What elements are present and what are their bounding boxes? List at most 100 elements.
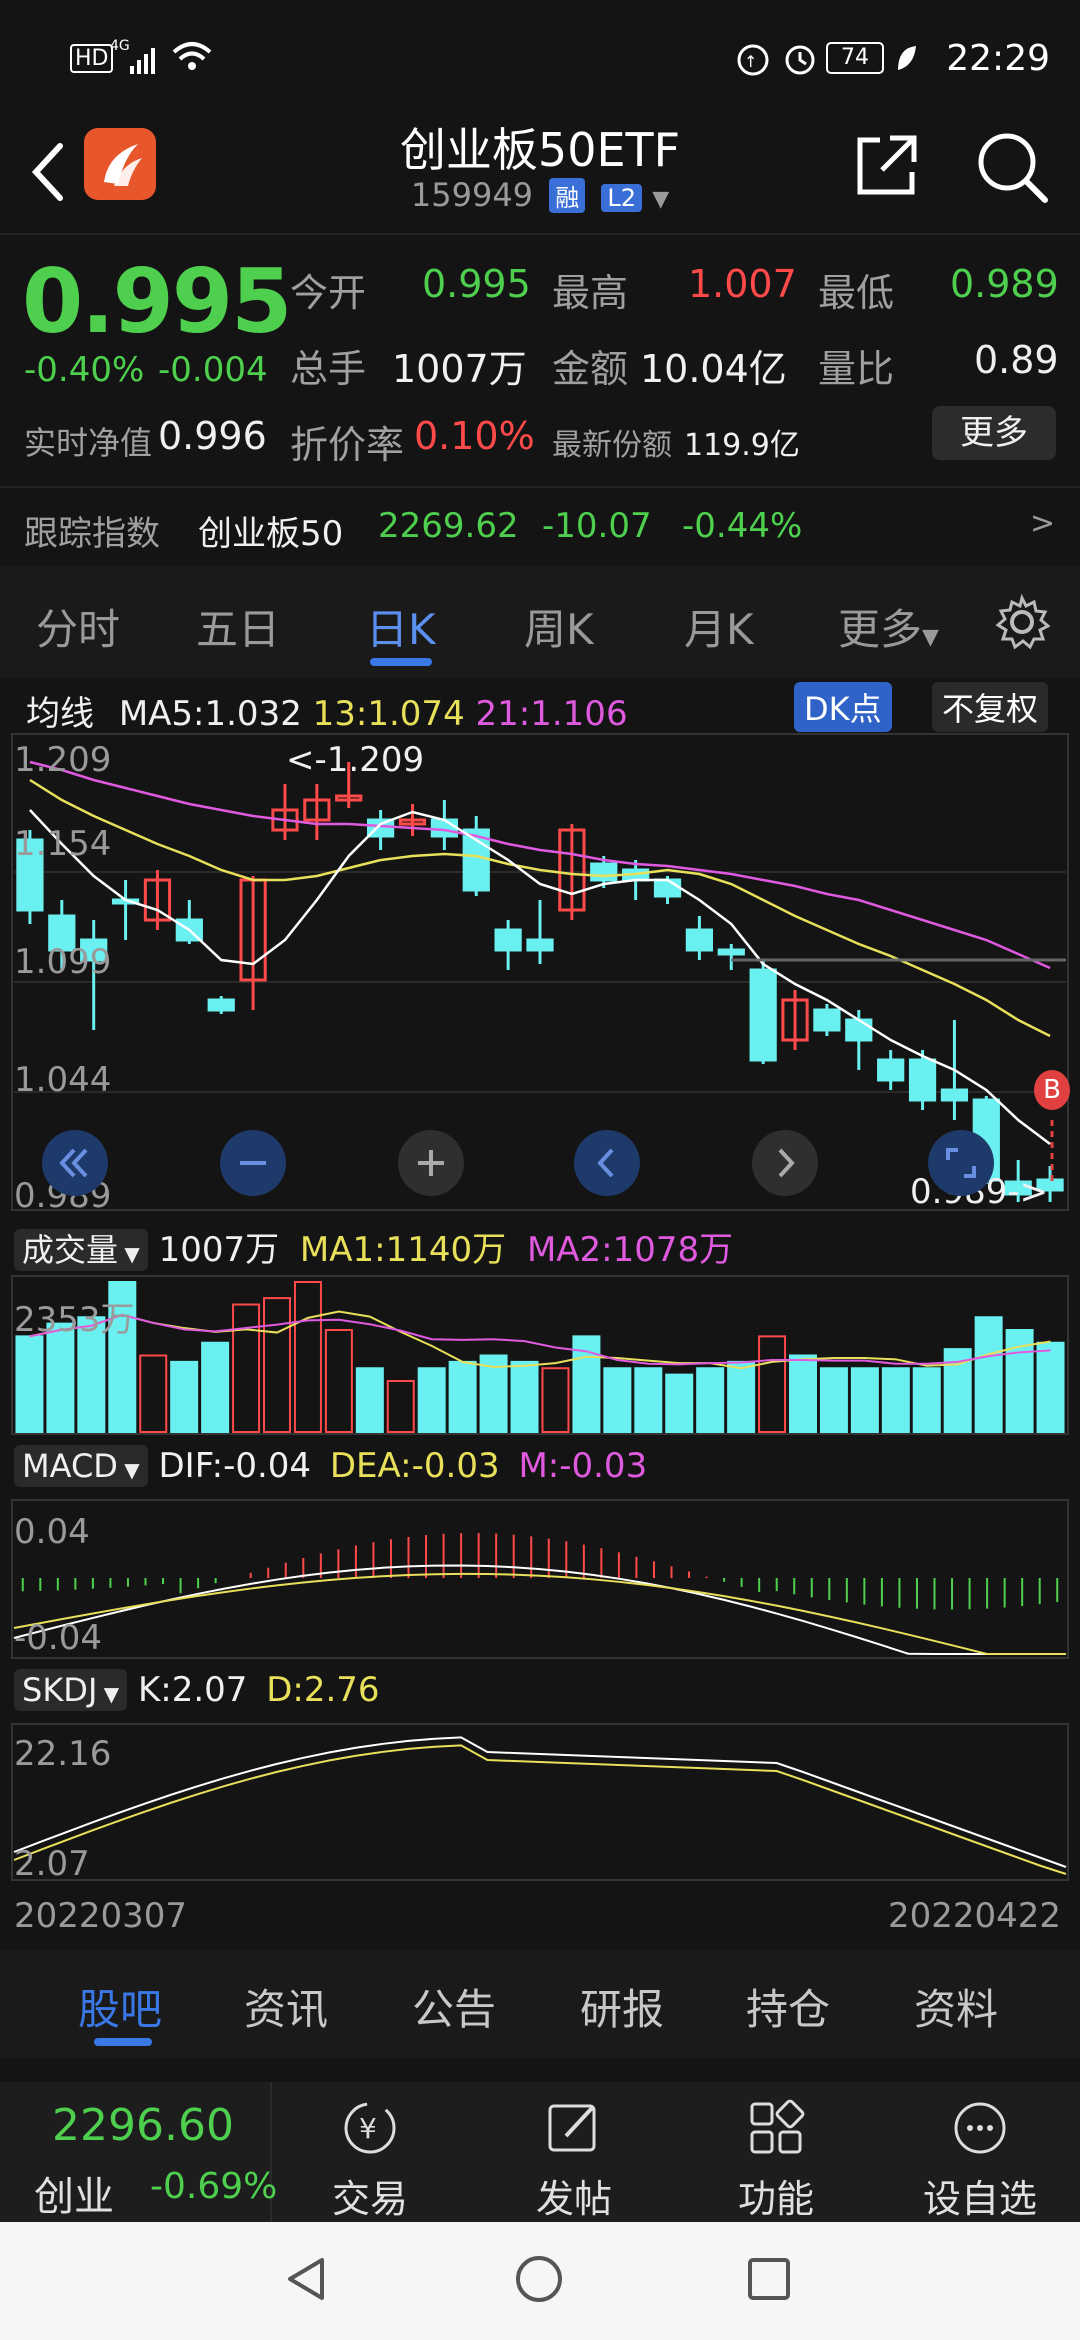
caret-down-icon: ▼ <box>97 1682 120 1706</box>
tab-weekly-k[interactable]: 周K <box>524 596 594 657</box>
tab-five-day[interactable]: 五日 <box>196 596 280 657</box>
skdj-k: K:2.07 <box>137 1670 248 1710</box>
share-button[interactable] <box>852 130 922 200</box>
skdj-legend: SKDJ ▼ K:2.07 D:2.76 <box>14 1669 380 1711</box>
scroll-left-button[interactable] <box>574 1130 640 1196</box>
nav-back-button[interactable] <box>282 2254 332 2308</box>
volume-bar <box>293 1281 322 1433</box>
volume-bar <box>324 1329 353 1433</box>
grid-icon <box>750 2099 805 2154</box>
gear-icon <box>995 593 1051 650</box>
scroll-left-fast-button[interactable] <box>42 1130 108 1196</box>
candle-body <box>749 968 777 1062</box>
ma5-line <box>29 809 1051 1145</box>
volume-bar <box>139 1354 168 1433</box>
search-button[interactable] <box>975 130 1051 206</box>
low-value: 0.989 <box>950 262 1059 306</box>
candle-body <box>653 878 682 898</box>
scroll-right-button[interactable] <box>752 1130 818 1196</box>
volume-bar <box>850 1367 879 1433</box>
zoom-in-button[interactable] <box>398 1130 464 1196</box>
signal-icon: 4G <box>110 36 164 80</box>
status-bar: HD 4G ↑ 74 22:29 <box>0 0 1080 110</box>
tab-research[interactable]: 研报 <box>580 1976 664 2037</box>
post-button[interactable]: 发帖 <box>504 2082 644 2222</box>
macd-dif-line <box>13 1564 1066 1655</box>
functions-button[interactable]: 功能 <box>706 2082 846 2222</box>
skdj-d: D:2.76 <box>266 1670 380 1710</box>
tab-forum[interactable]: 股吧 <box>78 1976 162 2037</box>
skdj-indicator-button[interactable]: SKDJ ▼ <box>14 1669 128 1711</box>
chevron-right-icon: > <box>1030 506 1056 541</box>
macd-dea: DEA:-0.03 <box>329 1446 500 1486</box>
candle-body <box>207 998 235 1012</box>
discount-label: 折价率 <box>290 423 405 467</box>
tab-profile[interactable]: 资料 <box>914 1976 998 2037</box>
buy-marker[interactable]: B <box>1034 1070 1070 1110</box>
amount-label: 金额 <box>552 347 629 391</box>
kline-chart[interactable] <box>0 732 1080 1212</box>
change-amount: -0.004 <box>158 350 268 390</box>
volume-bar <box>819 1367 848 1433</box>
skdj-y-bottom: 2.07 <box>14 1844 90 1884</box>
amount-value: 10.04亿 <box>640 347 787 391</box>
candle-body <box>717 948 745 956</box>
macd-indicator-button[interactable]: MACD ▼ <box>14 1445 148 1487</box>
tab-announcements[interactable]: 公告 <box>412 1976 496 2037</box>
dk-point-button[interactable]: DK点 <box>794 682 892 732</box>
adjust-button[interactable]: 不复权 <box>932 682 1049 732</box>
volume-bar <box>974 1316 1003 1433</box>
max-price-label: <-1.209 <box>286 740 425 780</box>
volume-bar <box>355 1367 384 1433</box>
svg-text:4G: 4G <box>110 38 130 54</box>
tracking-index-row[interactable]: 跟踪指数 创业板50 2269.62 -10.07 -0.44% > <box>0 490 1080 566</box>
candle-body <box>908 1058 937 1102</box>
hd-icon: HD <box>70 44 114 73</box>
functions-label: 功能 <box>737 2177 814 2221</box>
open-label: 今开 <box>290 271 367 315</box>
candle-body <box>940 1088 969 1102</box>
wifi-icon <box>170 38 214 78</box>
candle-body <box>845 1018 873 1042</box>
trade-label: 交易 <box>331 2177 408 2221</box>
square-recents-icon <box>748 2258 790 2300</box>
macd-m: M:-0.03 <box>518 1446 648 1486</box>
volume-bar <box>263 1297 291 1434</box>
settings-button[interactable] <box>994 593 1051 654</box>
volume-current: 1007万 <box>158 1230 280 1270</box>
tab-monthly-k[interactable]: 月K <box>684 596 754 657</box>
nav-home-button[interactable] <box>514 2254 564 2308</box>
high-value: 1.007 <box>688 262 797 306</box>
tab-more[interactable]: 更多▼ <box>838 596 939 657</box>
volume-bar <box>789 1354 817 1433</box>
system-navigation-bar <box>0 2222 1080 2340</box>
volume-bar <box>758 1335 787 1434</box>
volume-bar <box>510 1360 539 1433</box>
volume-bar <box>1036 1341 1065 1433</box>
volume-y-label: 2353万 <box>14 1300 135 1340</box>
clock: 22:29 <box>946 38 1050 79</box>
triangle-back-icon <box>288 2258 324 2300</box>
zoom-out-button[interactable] <box>220 1130 286 1196</box>
y-axis-label: 1.154 <box>14 824 112 864</box>
change-percent: -0.40% <box>24 350 145 390</box>
tab-news[interactable]: 资讯 <box>244 1976 328 2037</box>
candle-body <box>430 818 458 838</box>
alarm-icon <box>782 40 818 80</box>
open-value: 0.995 <box>422 262 531 306</box>
tab-intraday[interactable]: 分时 <box>36 596 120 657</box>
more-dots-icon <box>954 2102 1006 2154</box>
index-ticker[interactable]: 2296.60 创业 -0.69% <box>0 2082 277 2222</box>
divider <box>0 486 1080 488</box>
tab-holdings[interactable]: 持仓 <box>746 1976 830 2037</box>
more-button[interactable]: 更多 <box>932 406 1056 460</box>
tab-daily-k[interactable]: 日K <box>366 596 436 657</box>
fullscreen-button[interactable] <box>928 1130 994 1196</box>
stock-code: 159949 <box>410 176 534 214</box>
trade-button[interactable]: ¥ 交易 <box>300 2082 440 2222</box>
nav-recents-button[interactable] <box>744 2254 794 2308</box>
watchlist-label: 设自选 <box>922 2177 1037 2221</box>
watchlist-button[interactable]: 设自选 <box>910 2082 1050 2222</box>
volume-indicator-button[interactable]: 成交量 ▼ <box>14 1229 148 1271</box>
nav-value: 0.996 <box>158 414 267 458</box>
